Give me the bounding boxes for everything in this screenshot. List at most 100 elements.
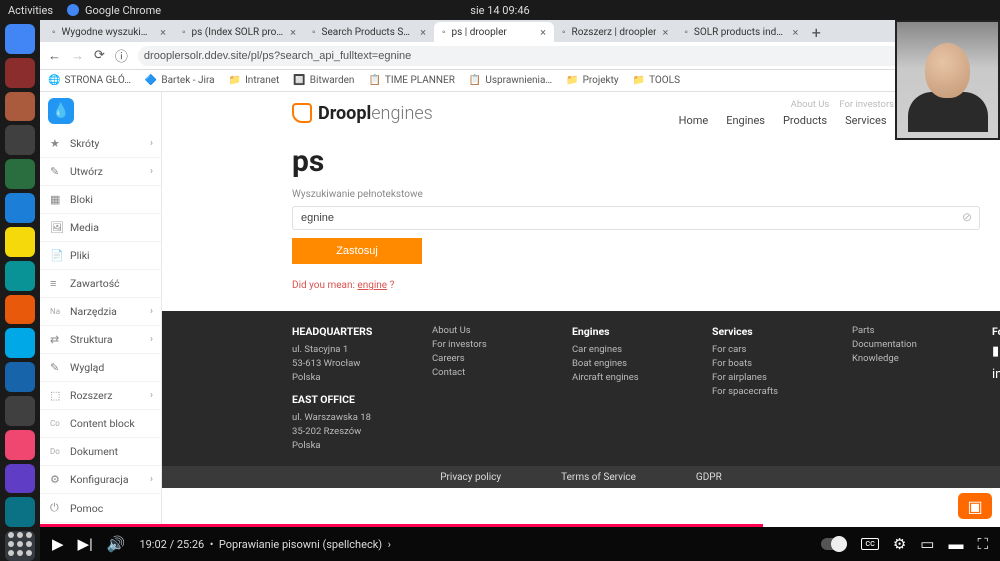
miniplayer-icon[interactable]: ▭ [920,535,934,553]
new-tab-button[interactable]: + [806,23,826,42]
fullscreen-icon[interactable]: ⛶ [977,535,988,553]
utility-nav-item[interactable]: About Us [791,99,830,110]
dock-app-7[interactable] [5,261,35,291]
footer-link[interactable]: Contact [432,367,532,378]
dock-app-11[interactable] [5,396,35,426]
bookmark-item[interactable]: 🌐STRONA GŁÓ… [48,75,131,86]
next-icon[interactable]: ▶| [78,535,93,553]
reload-icon[interactable]: ⟳ [94,48,105,63]
dock-app-5[interactable] [5,193,35,223]
tab-close-icon[interactable]: × [662,26,668,39]
dock-app-3[interactable] [5,125,35,155]
main-nav-item[interactable]: Products [783,114,827,127]
bookmark-item[interactable]: 📁Intranet [229,75,280,86]
bookmark-item[interactable]: 🔲Bitwarden [293,75,354,86]
did-you-mean-link[interactable]: engine [357,280,387,291]
browser-tab[interactable]: ◦ps (Index SOLR products× [174,22,304,42]
site-info-icon[interactable]: ⓘ [115,46,128,65]
subfooter-link[interactable]: GDPR [696,472,722,483]
tab-close-icon[interactable]: × [160,26,166,39]
footer-link[interactable]: For boats [712,358,812,369]
back-icon[interactable]: ← [48,48,61,64]
dock-app-1[interactable] [5,58,35,88]
settings-gear-icon[interactable]: ⚙ [893,535,906,553]
subfooter-link[interactable]: Privacy policy [440,472,501,483]
footer-link[interactable]: For airplanes [712,372,812,383]
sidebar-item[interactable]: ⇄Struktura› [40,326,161,354]
browser-tab[interactable]: ◦Rozszerz | droopler× [554,22,676,42]
sidebar-item[interactable]: 📄Pliki [40,242,161,270]
browser-tab[interactable]: ◦SOLR products index | d× [676,22,806,42]
tab-close-icon[interactable]: × [792,26,798,39]
sidebar-item[interactable]: ≡Zawartość [40,270,161,298]
theater-icon[interactable]: ▬ [948,535,963,553]
utility-nav-item[interactable]: For investors [839,99,894,110]
main-nav-item[interactable]: Engines [726,114,765,127]
footer-link[interactable]: For investors [432,339,532,350]
browser-tab[interactable]: ◦ps | droopler× [434,22,554,42]
footer-link[interactable]: Careers [432,353,532,364]
dock-app-10[interactable] [5,362,35,392]
site-logo[interactable]: Drooplengines [292,103,433,124]
bookmark-item[interactable]: 📋TIME PLANNER [368,75,454,86]
sidebar-item[interactable]: NaNarzędzia› [40,298,161,326]
footer-link[interactable]: For cars [712,344,812,355]
dock-app-13[interactable] [5,464,35,494]
cast-overlay-icon[interactable]: ▣ [958,493,992,519]
sidebar-logo-icon[interactable]: 💧 [48,98,74,124]
linkedin-icon[interactable]: in [992,367,1000,382]
active-app[interactable]: Google Chrome [67,4,161,17]
sidebar-item[interactable]: ✎Utwórz› [40,158,161,186]
dock-app-14[interactable] [5,497,35,527]
sidebar-item[interactable]: ⚙Konfiguracja› [40,466,161,494]
footer-link[interactable]: Parts [852,325,952,336]
bookmark-item[interactable]: 📁TOOLS [633,75,680,86]
dock-app-12[interactable] [5,430,35,460]
search-input[interactable] [292,206,980,230]
main-nav-item[interactable]: Services [845,114,886,127]
forward-icon[interactable]: → [71,48,84,64]
clear-input-icon[interactable]: ⊘ [962,210,972,224]
activities-label[interactable]: Activities [8,4,53,17]
facebook-icon[interactable]: ▮ [992,344,999,359]
footer-link[interactable]: About Us [432,325,532,336]
address-bar[interactable] [138,46,902,66]
play-icon[interactable]: ▶ [52,535,64,553]
bookmark-item[interactable]: 🔷Bartek - Jira [145,75,215,86]
bookmark-item[interactable]: 📁Projekty [566,75,619,86]
chapter-title[interactable]: Poprawianie pisowni (spellcheck) [219,538,382,551]
sidebar-item[interactable]: ★Skróty› [40,130,161,158]
sidebar-item[interactable]: ▦Bloki [40,186,161,214]
dock-app-4[interactable] [5,159,35,189]
autoplay-toggle[interactable] [821,538,847,550]
bookmark-item[interactable]: 📋Usprawnienia… [469,75,552,86]
subfooter-link[interactable]: Terms of Service [561,472,636,483]
tab-close-icon[interactable]: × [420,26,426,39]
dock-app-6[interactable] [5,227,35,257]
dock-app-2[interactable] [5,92,35,122]
main-nav-item[interactable]: Home [679,114,709,127]
footer-link[interactable]: Documentation [852,339,952,350]
browser-tab[interactable]: ◦Search Products SOLR× [304,22,434,42]
footer-link[interactable]: Knowledge [852,353,952,364]
sidebar-item[interactable]: ⏻Pomoc [40,494,161,523]
footer-link[interactable]: Boat engines [572,358,672,369]
captions-button[interactable]: cc [861,538,878,550]
dock-app-9[interactable] [5,328,35,358]
dock-app-8[interactable] [5,295,35,325]
apply-button[interactable]: Zastosuj [292,238,422,264]
footer-link[interactable]: Aircraft engines [572,372,672,383]
tab-close-icon[interactable]: × [540,26,546,39]
footer-link[interactable]: For spacecrafts [712,386,812,397]
footer-link[interactable]: Car engines [572,344,672,355]
sidebar-item[interactable]: ⬚Rozszerz› [40,382,161,410]
tab-close-icon[interactable]: × [290,26,296,39]
chapter-chevron-icon[interactable]: › [385,538,391,551]
sidebar-item[interactable]: DoDokument [40,438,161,466]
dock-app-0[interactable] [5,24,35,54]
sidebar-item[interactable]: 🖼Media [40,214,161,242]
browser-tab[interactable]: ◦Wygodne wyszukiwanie× [44,22,174,42]
show-applications-button[interactable] [4,531,36,557]
sidebar-item[interactable]: CoContent block [40,410,161,438]
sidebar-item[interactable]: ✎Wygląd [40,354,161,382]
